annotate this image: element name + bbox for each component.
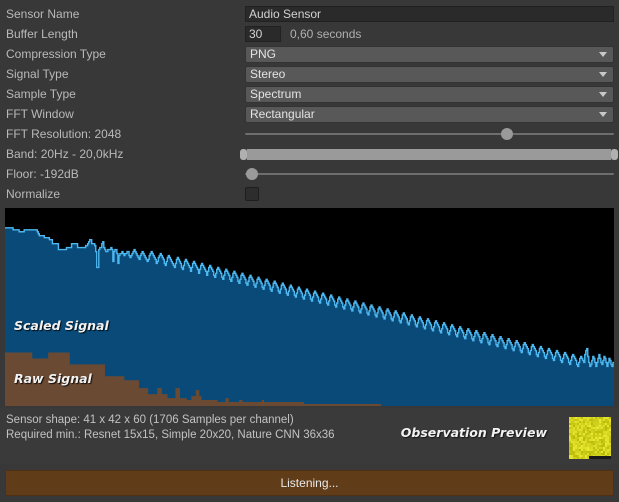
slider-fft-resolution[interactable] [245,126,614,142]
property-field: Spectrum [245,84,619,104]
property-field [239,144,619,164]
property-list: Sensor Name Audio Sensor Buffer Length 30 0,… [0,0,619,204]
property-field: 30 0,60 seconds [245,24,619,44]
listening-status-button[interactable]: Listening... [5,470,614,496]
sensor-name-input[interactable]: Audio Sensor [245,6,614,22]
sensor-info-text: Sensor shape: 41 x 42 x 60 (1706 Samples… [6,413,335,443]
raw-signal-label: Raw Signal [14,371,92,386]
property-row: Signal Type Stereo [0,64,619,84]
property-field [245,184,619,204]
chevron-down-icon [599,111,607,117]
normalize-checkbox[interactable] [245,187,259,201]
observation-preview-label: Observation Preview [400,425,547,440]
chevron-down-icon [599,51,607,57]
property-label: Sensor Name [6,7,80,21]
dropdown-value: PNG [250,46,277,61]
dropdown-fft-window[interactable]: Rectangular [245,105,614,123]
property-row: Sensor Name Audio Sensor [0,4,619,24]
slider-track [245,173,614,175]
buffer-length-input[interactable]: 30 [245,26,281,42]
property-field [245,164,619,184]
property-label: Normalize [6,187,61,201]
chevron-down-icon [599,91,607,97]
dropdown-signal-type[interactable]: Stereo [245,65,614,83]
property-row: Band: 20Hz - 20,0kHz [0,144,619,164]
info-bar: Sensor shape: 41 x 42 x 60 (1706 Samples… [0,408,619,464]
property-field: Audio Sensor [245,4,619,24]
range-slider-fill [246,149,612,160]
dropdown-value: Stereo [250,66,286,81]
property-field [245,124,619,144]
range-slider-band[interactable] [239,146,619,162]
range-slider-max-handle[interactable] [611,149,619,160]
slider-floor[interactable] [245,166,614,182]
property-row: Normalize [0,184,619,204]
property-label: FFT Window [6,107,74,121]
property-field: Stereo [245,64,619,84]
required-min-text: Required min.: Resnet 15x15, Simple 20x2… [6,429,335,441]
slider-track [245,133,614,135]
property-row: Sample Type Spectrum [0,84,619,104]
audio-sensor-inspector: Sensor Name Audio Sensor Buffer Length 30 0,… [0,0,619,502]
observation-preview-image [569,417,611,459]
chevron-down-icon [599,71,607,77]
sensor-shape-text: Sensor shape: 41 x 42 x 60 (1706 Samples… [6,414,294,426]
property-row: FFT Window Rectangular [0,104,619,124]
property-label: Signal Type [6,67,69,81]
property-label: Compression Type [6,47,106,61]
dropdown-value: Spectrum [250,86,302,101]
spectrum-graph: Scaled Signal Raw Signal [5,208,614,406]
observation-preview-thumbnail [569,417,611,459]
dropdown-sample-type[interactable]: Spectrum [245,85,614,103]
property-label: Band: 20Hz - 20,0kHz [6,147,124,161]
property-label: Buffer Length [6,27,78,41]
property-label: Floor: -192dB [6,167,79,181]
property-row: Floor: -192dB [0,164,619,184]
property-label: Sample Type [6,87,76,101]
dropdown-value: Rectangular [250,106,315,121]
property-field: Rectangular [245,104,619,124]
property-label: FFT Resolution: 2048 [6,127,122,141]
property-row: Compression Type PNG [0,44,619,64]
range-slider-min-handle[interactable] [239,149,247,160]
property-field: PNG [245,44,619,64]
property-row: FFT Resolution: 2048 [0,124,619,144]
slider-handle[interactable] [500,128,513,140]
scaled-signal-label: Scaled Signal [14,318,109,333]
dropdown-compression-type[interactable]: PNG [245,45,614,63]
slider-handle[interactable] [246,168,259,180]
buffer-length-seconds-text: 0,60 seconds [290,27,362,41]
spectrum-graph-svg [5,227,614,406]
property-row: Buffer Length 30 0,60 seconds [0,24,619,44]
